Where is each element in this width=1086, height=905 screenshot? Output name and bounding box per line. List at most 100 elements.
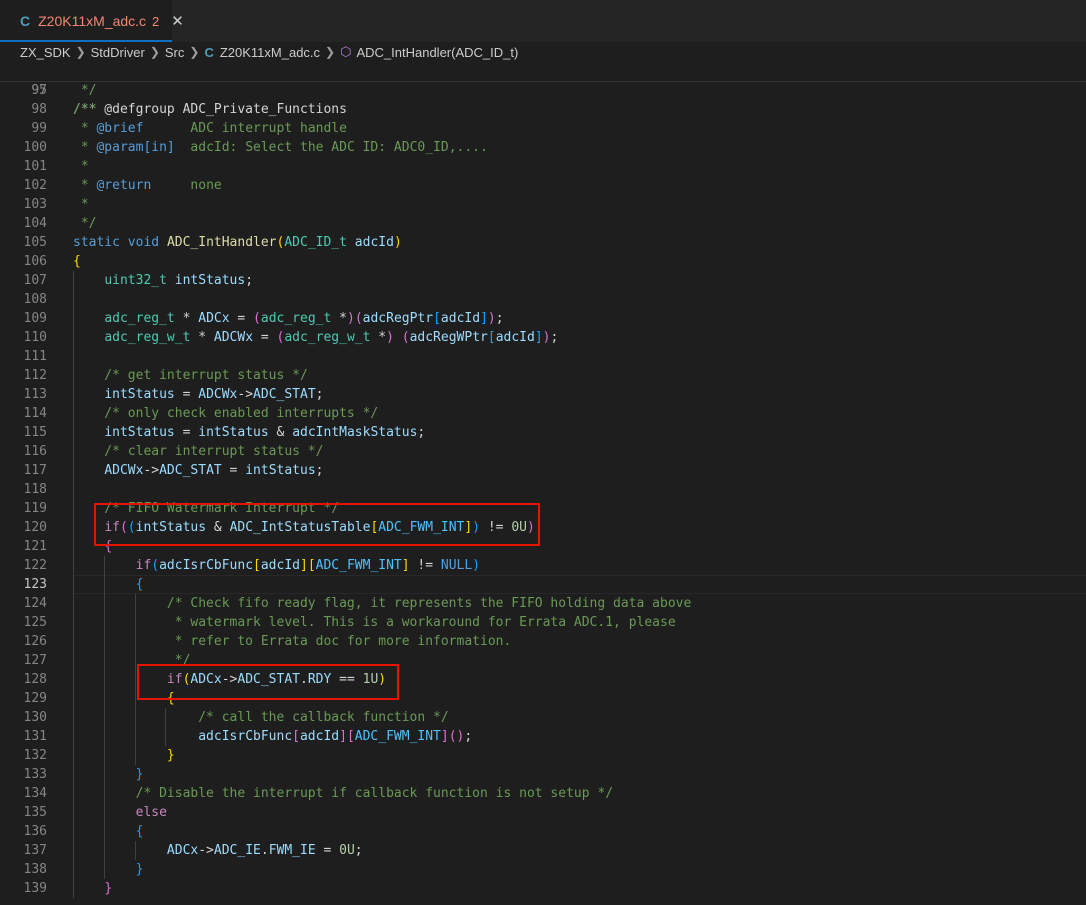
line-number: 107 [23,273,47,288]
code-line[interactable]: 116 /* clear interrupt status */ [0,442,1086,461]
c-file-icon: C [20,13,31,29]
code-line[interactable]: 98 /** [0,100,1086,119]
code-line[interactable]: 111 [0,347,1086,366]
code-line[interactable]: 123 { [0,575,1086,594]
code-line[interactable]: 131 adcIsrCbFunc[adcId][ADC_FWM_INT](); [0,727,1086,746]
line-number: 136 [23,824,47,839]
code-line[interactable]: 138 } [0,860,1086,879]
code-text: * [73,159,89,174]
code-line[interactable]: 130 /* call the callback function */ [0,708,1086,727]
code-line[interactable]: 110 adc_reg_w_t * ADCWx = (adc_reg_w_t *… [0,328,1086,347]
code-line[interactable]: 105 static void ADC_IntHandler(ADC_ID_t a… [0,233,1086,252]
code-line[interactable]: 112 /* get interrupt status */ [0,366,1086,385]
line-number: 127 [23,653,47,668]
code-line[interactable]: 134 /* Disable the interrupt if callback… [0,784,1086,803]
code-line[interactable]: 104 */ [0,214,1086,233]
code-text: * watermark level. This is a workaround … [73,615,676,630]
chevron-right-icon: ❯ [189,45,200,59]
line-number: 101 [23,159,47,174]
line-number: 117 [23,463,47,478]
line-number: 105 [23,235,47,250]
sticky-line: 95 /** @defgroup ADC_Private_Functions [0,62,1086,117]
breadcrumb-item-zx-sdk[interactable]: ZX_SDK [20,45,71,60]
line-number: 108 [23,292,47,307]
code-line[interactable]: 99 * @brief ADC interrupt handle [0,119,1086,138]
highlight-box-rdy-condition [137,664,399,700]
problems-count-badge: 2 [152,13,160,29]
line-number: 113 [23,387,47,402]
line-number: 109 [23,311,47,326]
line-number: 128 [23,672,47,687]
line-number: 125 [23,615,47,630]
code-line[interactable]: 133 } [0,765,1086,784]
line-number: 120 [23,520,47,535]
tab-bar: C Z20K11xM_adc.c 2 ✕ [0,0,1086,42]
code-line[interactable]: 136 { [0,822,1086,841]
code-text: adcIsrCbFunc[adcId][ADC_FWM_INT](); [198,729,473,744]
code-line[interactable]: 97 */ [0,81,1086,100]
chevron-right-icon: ❯ [149,45,160,59]
close-icon[interactable]: ✕ [171,12,184,30]
highlight-box-fwm-condition [94,503,540,546]
code-text: intStatus = ADCWx->ADC_STAT; [104,387,324,402]
code-line[interactable]: 100 * @param[in] adcId: Select the ADC I… [0,138,1086,157]
code-text: uint32_t intStatus; [104,273,254,288]
breadcrumb-item-file[interactable]: Z20K11xM_adc.c [220,45,320,60]
code-line[interactable]: 125 * watermark level. This is a workaro… [0,613,1086,632]
code-editor[interactable]: 97 */ 98 /** 99 * @brief ADC interrupt hand… [0,81,1086,905]
code-text: /* Disable the interrupt if callback fun… [73,786,614,801]
code-text: else [135,805,167,820]
line-number: 103 [23,197,47,212]
indent-guide [103,556,105,879]
breadcrumb-item-function[interactable]: ADC_IntHandler(ADC_ID_t) [356,45,518,60]
line-number: 112 [23,368,47,383]
line-number: 130 [23,710,47,725]
code-text: } [104,881,113,896]
code-text: * refer to Errata doc for more informati… [73,634,512,649]
code-line[interactable]: 109 adc_reg_t * ADCx = (adc_reg_t *)(adc… [0,309,1086,328]
code-line[interactable]: 139 } [0,879,1086,898]
code-line[interactable]: 113 intStatus = ADCWx->ADC_STAT; [0,385,1086,404]
code-line[interactable]: 106 { [0,252,1086,271]
current-line-highlight [73,575,1086,594]
line-number: 139 [23,881,47,896]
code-line[interactable]: 118 [0,480,1086,499]
code-text: intStatus = intStatus & adcIntMaskStatus… [104,425,426,440]
code-line[interactable]: 117 ADCWx->ADC_STAT = intStatus; [0,461,1086,480]
line-number: 102 [23,178,47,193]
code-line[interactable]: 102 * @return none [0,176,1086,195]
line-number: 115 [23,425,47,440]
code-text: static void ADC_IntHandler(ADC_ID_t adcI… [73,235,402,250]
code-text: * @return none [73,178,222,193]
line-number: 133 [23,767,47,782]
method-cube-icon: ⬡ [340,44,352,59]
code-line[interactable]: 135 else [0,803,1086,822]
line-number: 111 [23,349,47,364]
code-text: } [135,767,144,782]
code-line[interactable]: 124 /* Check fifo ready flag, it represe… [0,594,1086,613]
indent-guide [165,708,167,746]
breadcrumb-item-src[interactable]: Src [165,45,185,60]
code-line[interactable]: 115 intStatus = intStatus & adcIntMaskSt… [0,423,1086,442]
code-line[interactable]: 107 uint32_t intStatus; [0,271,1086,290]
line-number: 124 [23,596,47,611]
code-line[interactable]: 122 if(adcIsrCbFunc[adcId][ADC_FWM_INT] … [0,556,1086,575]
breadcrumb-item-stddriver[interactable]: StdDriver [91,45,145,60]
line-number: 119 [23,501,47,516]
code-line[interactable]: 114 /* only check enabled interrupts */ [0,404,1086,423]
code-line[interactable]: 132 } [0,746,1086,765]
line-number: 116 [23,444,47,459]
c-file-icon: C [204,44,214,60]
line-number: 97 [31,83,47,98]
code-text: */ [73,83,97,98]
code-line[interactable]: 103 * [0,195,1086,214]
code-line[interactable]: 137 ADCx->ADC_IE.FWM_IE = 0U; [0,841,1086,860]
code-line[interactable]: 126 * refer to Errata doc for more infor… [0,632,1086,651]
code-text: ADCx->ADC_IE.FWM_IE = 0U; [166,843,363,858]
sticky-scroll-header[interactable]: 95 /** @defgroup ADC_Private_Functions [0,62,1086,117]
code-line[interactable]: 108 [0,290,1086,309]
indent-guide [134,594,136,765]
line-number: 122 [23,558,47,573]
code-line[interactable]: 101 * [0,157,1086,176]
editor-tab[interactable]: C Z20K11xM_adc.c 2 ✕ [0,0,184,42]
